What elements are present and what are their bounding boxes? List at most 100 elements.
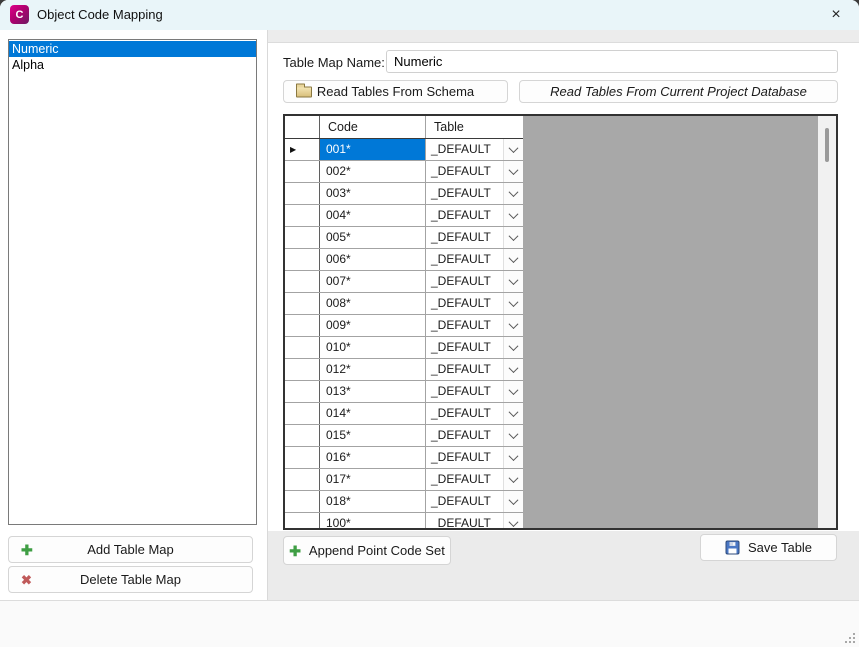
row-selector-cell[interactable] bbox=[285, 513, 320, 528]
table-combobox[interactable]: _DEFAULT bbox=[426, 315, 523, 336]
chevron-down-icon[interactable] bbox=[503, 227, 523, 248]
chevron-down-icon[interactable] bbox=[503, 139, 523, 160]
chevron-down-icon[interactable] bbox=[503, 491, 523, 512]
row-selector-cell[interactable] bbox=[285, 491, 320, 512]
chevron-down-icon[interactable] bbox=[503, 425, 523, 446]
chevron-down-icon[interactable] bbox=[503, 403, 523, 424]
chevron-down-icon[interactable] bbox=[503, 447, 523, 468]
table-combobox[interactable]: _DEFAULT bbox=[426, 337, 523, 358]
row-selector-cell[interactable] bbox=[285, 205, 320, 226]
row-selector-cell[interactable] bbox=[285, 293, 320, 314]
code-cell[interactable]: 003* bbox=[320, 183, 426, 204]
table-combobox[interactable]: _DEFAULT bbox=[426, 271, 523, 292]
row-selector-cell[interactable] bbox=[285, 161, 320, 182]
chevron-down-icon[interactable] bbox=[503, 469, 523, 490]
table-combobox[interactable]: _DEFAULT bbox=[426, 381, 523, 402]
grid-row: 015*_DEFAULT bbox=[285, 425, 523, 447]
list-item-numeric[interactable]: Numeric bbox=[9, 41, 256, 57]
chevron-down-icon[interactable] bbox=[503, 161, 523, 182]
title-bar: C Object Code Mapping × bbox=[0, 0, 859, 30]
code-cell[interactable]: 007* bbox=[320, 271, 426, 292]
resize-grip[interactable] bbox=[853, 641, 855, 643]
table-combobox[interactable]: _DEFAULT bbox=[426, 513, 523, 528]
table-combobox[interactable]: _DEFAULT bbox=[426, 205, 523, 226]
close-icon[interactable]: × bbox=[817, 0, 855, 30]
code-cell[interactable]: 006* bbox=[320, 249, 426, 270]
code-cell[interactable]: 008* bbox=[320, 293, 426, 314]
code-cell[interactable]: 004* bbox=[320, 205, 426, 226]
row-selector-cell[interactable] bbox=[285, 337, 320, 358]
chevron-down-icon[interactable] bbox=[503, 249, 523, 270]
chevron-down-icon[interactable] bbox=[503, 315, 523, 336]
table-combobox[interactable]: _DEFAULT bbox=[426, 359, 523, 380]
code-column-header[interactable]: Code bbox=[320, 116, 426, 138]
row-selector-cell[interactable] bbox=[285, 227, 320, 248]
table-combobox[interactable]: _DEFAULT bbox=[426, 161, 523, 182]
append-point-code-set-label: Append Point Code Set bbox=[309, 543, 445, 558]
plus-icon: ✚ bbox=[21, 543, 33, 557]
table-combobox[interactable]: _DEFAULT bbox=[426, 425, 523, 446]
table-combobox[interactable]: _DEFAULT bbox=[426, 403, 523, 424]
grid-row: 002*_DEFAULT bbox=[285, 161, 523, 183]
table-combobox[interactable]: _DEFAULT bbox=[426, 293, 523, 314]
row-selector-cell[interactable] bbox=[285, 271, 320, 292]
table-combobox[interactable]: _DEFAULT bbox=[426, 249, 523, 270]
code-cell[interactable]: 014* bbox=[320, 403, 426, 424]
grid-row: 013*_DEFAULT bbox=[285, 381, 523, 403]
chevron-down-icon[interactable] bbox=[503, 271, 523, 292]
table-value: _DEFAULT bbox=[426, 425, 503, 446]
code-cell[interactable]: 001* bbox=[320, 139, 426, 160]
code-cell[interactable]: 012* bbox=[320, 359, 426, 380]
chevron-down-icon[interactable] bbox=[503, 293, 523, 314]
code-cell[interactable]: 002* bbox=[320, 161, 426, 182]
chevron-down-icon[interactable] bbox=[503, 359, 523, 380]
object-code-mapping-dialog: C Object Code Mapping × NumericAlpha Tab… bbox=[0, 0, 859, 647]
save-table-button[interactable]: Save Table bbox=[700, 534, 837, 561]
table-combobox[interactable]: _DEFAULT bbox=[426, 183, 523, 204]
chevron-down-icon[interactable] bbox=[503, 205, 523, 226]
row-selector-cell[interactable] bbox=[285, 249, 320, 270]
panel-divider bbox=[267, 30, 268, 600]
plus-icon: ✚ bbox=[289, 544, 301, 558]
list-item-alpha[interactable]: Alpha bbox=[9, 57, 256, 73]
row-selector-cell[interactable] bbox=[285, 469, 320, 490]
row-selector-cell[interactable] bbox=[285, 381, 320, 402]
code-cell[interactable]: 009* bbox=[320, 315, 426, 336]
grid-vertical-scrollbar[interactable] bbox=[818, 116, 836, 528]
delete-table-map-button[interactable]: ✖ Delete Table Map bbox=[8, 566, 253, 593]
row-selector-cell[interactable]: ▶ bbox=[285, 139, 320, 160]
code-cell[interactable]: 016* bbox=[320, 447, 426, 468]
code-cell[interactable]: 018* bbox=[320, 491, 426, 512]
save-floppy-icon bbox=[725, 540, 740, 555]
chevron-down-icon[interactable] bbox=[503, 381, 523, 402]
add-table-map-button[interactable]: ✚ Add Table Map bbox=[8, 536, 253, 563]
append-point-code-set-button[interactable]: ✚ Append Point Code Set bbox=[283, 536, 451, 565]
chevron-down-icon[interactable] bbox=[503, 337, 523, 358]
code-cell[interactable]: 100* bbox=[320, 513, 426, 528]
code-cell[interactable]: 015* bbox=[320, 425, 426, 446]
table-column-header[interactable]: Table bbox=[426, 116, 523, 138]
code-cell[interactable]: 013* bbox=[320, 381, 426, 402]
code-cell[interactable]: 010* bbox=[320, 337, 426, 358]
table-map-list[interactable]: NumericAlpha bbox=[8, 39, 257, 525]
table-map-name-input[interactable] bbox=[386, 50, 838, 73]
row-selector-cell[interactable] bbox=[285, 183, 320, 204]
code-cell[interactable]: 005* bbox=[320, 227, 426, 248]
row-selector-cell[interactable] bbox=[285, 425, 320, 446]
code-cell[interactable]: 017* bbox=[320, 469, 426, 490]
table-combobox[interactable]: _DEFAULT bbox=[426, 469, 523, 490]
row-selector-cell[interactable] bbox=[285, 359, 320, 380]
scrollbar-thumb[interactable] bbox=[825, 128, 829, 162]
table-combobox[interactable]: _DEFAULT bbox=[426, 139, 523, 160]
table-combobox[interactable]: _DEFAULT bbox=[426, 227, 523, 248]
row-selector-cell[interactable] bbox=[285, 447, 320, 468]
chevron-down-icon[interactable] bbox=[503, 513, 523, 528]
table-combobox[interactable]: _DEFAULT bbox=[426, 491, 523, 512]
row-selector-cell[interactable] bbox=[285, 403, 320, 424]
chevron-down-icon[interactable] bbox=[503, 183, 523, 204]
row-selector-cell[interactable] bbox=[285, 315, 320, 336]
table-value: _DEFAULT bbox=[426, 227, 503, 248]
read-tables-from-project-button[interactable]: Read Tables From Current Project Databas… bbox=[519, 80, 838, 103]
read-tables-from-schema-button[interactable]: Read Tables From Schema bbox=[283, 80, 508, 103]
table-combobox[interactable]: _DEFAULT bbox=[426, 447, 523, 468]
